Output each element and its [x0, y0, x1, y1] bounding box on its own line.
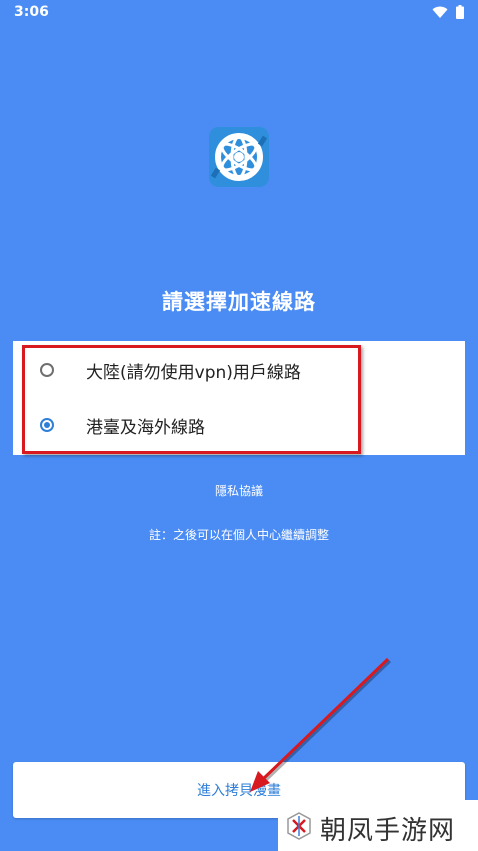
- radio-unselected[interactable]: [40, 363, 54, 377]
- option-label: 大陸(請勿使用vpn)用戶線路: [86, 362, 301, 383]
- status-time: 3:06: [14, 4, 49, 20]
- app-logo: [209, 127, 269, 187]
- privacy-policy-link[interactable]: 隱私協議: [0, 482, 478, 499]
- option-label: 港臺及海外線路: [86, 417, 205, 438]
- status-icons: [432, 5, 464, 19]
- enter-button-label: 進入拷貝漫畫: [197, 783, 281, 799]
- battery-icon: [456, 5, 464, 19]
- note-text: 註：之後可以在個人中心繼續調整: [148, 528, 329, 542]
- watermark-logo-icon: [287, 812, 311, 840]
- option-overseas-route[interactable]: 港臺及海外線路: [13, 400, 465, 450]
- app-logo-icon: [209, 127, 269, 187]
- status-bar: 3:06: [0, 0, 478, 24]
- wifi-icon: [432, 6, 448, 18]
- route-options-card: 大陸(請勿使用vpn)用戶線路 港臺及海外線路: [13, 341, 465, 455]
- watermark: 朝凤手游网: [278, 800, 478, 851]
- watermark-text: 朝凤手游网: [320, 816, 456, 846]
- option-mainland-route[interactable]: 大陸(請勿使用vpn)用戶線路: [13, 345, 465, 395]
- page-title: 請選擇加速線路: [162, 290, 316, 314]
- radio-selected[interactable]: [40, 418, 54, 432]
